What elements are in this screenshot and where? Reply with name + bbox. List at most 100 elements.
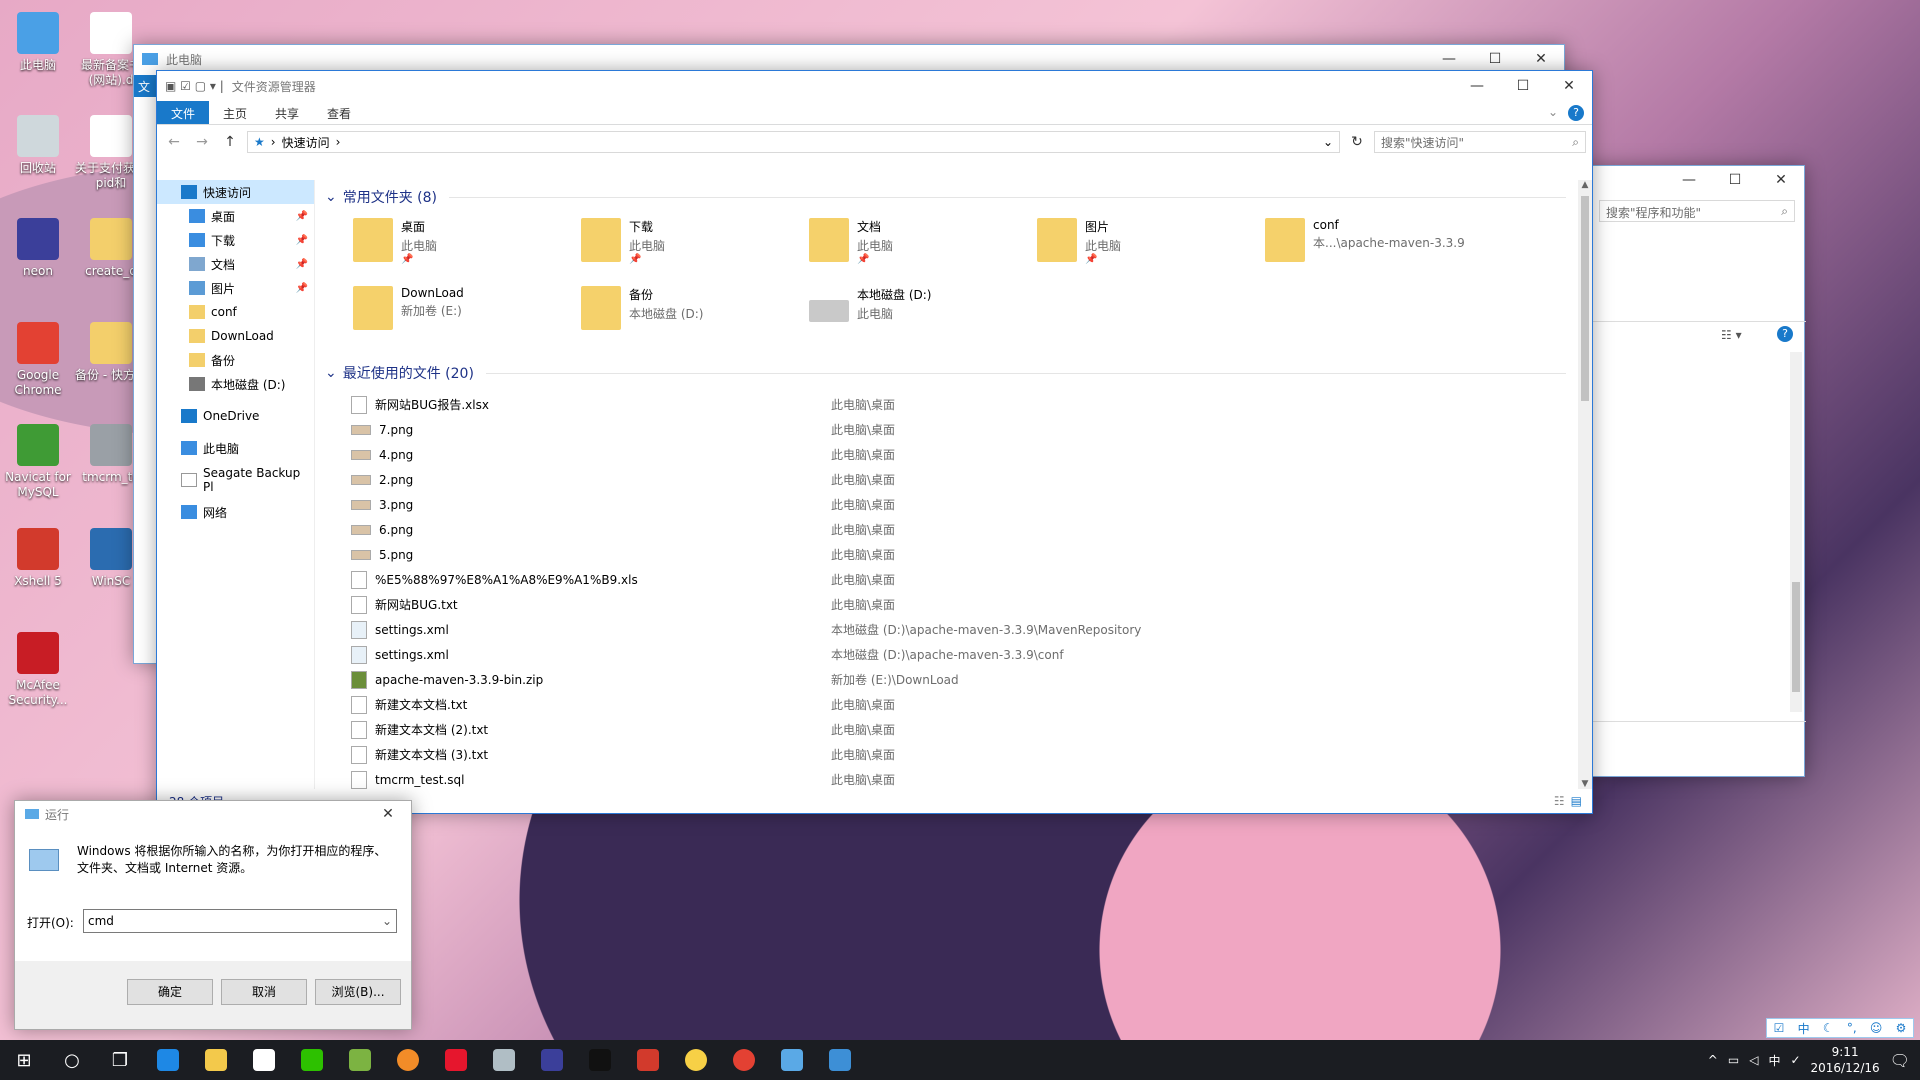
chevron-up-icon[interactable]: ^ bbox=[1708, 1053, 1718, 1067]
clock[interactable]: 9:11 2016/12/16 bbox=[1811, 1044, 1880, 1076]
chevron-down-icon[interactable]: ⌄ bbox=[382, 914, 392, 928]
network-icon[interactable]: ▭ bbox=[1728, 1053, 1739, 1067]
ribbon-tab-file[interactable]: 文 bbox=[134, 75, 158, 97]
taskbar-app-app-blue[interactable] bbox=[768, 1040, 816, 1080]
tab-home[interactable]: 主页 bbox=[209, 101, 261, 124]
moon-icon[interactable]: ☾ bbox=[1823, 1021, 1834, 1035]
details-view-icon[interactable]: ☷ bbox=[1554, 794, 1565, 808]
folder-tile[interactable]: 图片 此电脑 📌 bbox=[1037, 210, 1265, 278]
minimize-button[interactable]: — bbox=[1426, 51, 1472, 67]
minimize-button[interactable]: — bbox=[1454, 78, 1500, 94]
recent-file-row[interactable]: %E5%88%97%E8%A1%A8%E9%A1%B9.xls 此电脑\桌面 bbox=[351, 567, 1578, 592]
nav-item[interactable]: conf bbox=[157, 300, 314, 324]
search-input[interactable]: 搜索"快速访问" ⌕ bbox=[1374, 131, 1586, 153]
folder-tile[interactable]: DownLoad 新加卷 (E:) bbox=[353, 278, 581, 346]
folder-tile[interactable]: 桌面 此电脑 📌 bbox=[353, 210, 581, 278]
browse-button[interactable]: 浏览(B)... bbox=[315, 979, 401, 1005]
recent-file-row[interactable]: apache-maven-3.3.9-bin.zip 新加卷 (E:)\DownL… bbox=[351, 667, 1578, 692]
ok-button[interactable]: 确定 bbox=[127, 979, 213, 1005]
ime-indicator[interactable]: 中 bbox=[1768, 1052, 1780, 1069]
nav-item[interactable]: 本地磁盘 (D:) bbox=[157, 372, 314, 396]
recent-file-row[interactable]: 3.png 此电脑\桌面 bbox=[351, 492, 1578, 517]
task-view-button[interactable]: ❐ bbox=[96, 1040, 144, 1080]
folder-tile[interactable]: conf 本...\apache-maven-3.3.9 bbox=[1265, 210, 1493, 278]
close-button[interactable]: ✕ bbox=[365, 806, 411, 822]
up-button[interactable]: ↑ bbox=[219, 134, 241, 150]
volume-icon[interactable]: ◁ bbox=[1749, 1053, 1758, 1067]
vertical-scrollbar[interactable]: ▲ ▼ bbox=[1578, 180, 1592, 789]
forward-button[interactable]: → bbox=[191, 134, 213, 150]
taskbar-app-wechat[interactable] bbox=[288, 1040, 336, 1080]
recent-file-row[interactable]: settings.xml 本地磁盘 (D:)\apache-maven-3.3.9… bbox=[351, 642, 1578, 667]
taskbar-app-xshell[interactable] bbox=[624, 1040, 672, 1080]
nav-item[interactable]: 图片 📌 bbox=[157, 276, 314, 300]
run-dialog[interactable]: 运行 ✕ Windows 将根据你所输入的名称，为你打开相应的程序、文件夹、文档… bbox=[14, 800, 412, 1030]
taskbar-app-app-blue2[interactable] bbox=[816, 1040, 864, 1080]
taskbar-app-explorer[interactable] bbox=[192, 1040, 240, 1080]
nav-item[interactable]: OneDrive bbox=[157, 404, 314, 428]
scrollbar-thumb[interactable] bbox=[1581, 196, 1589, 401]
scrollbar[interactable] bbox=[1790, 352, 1802, 712]
close-button[interactable]: ✕ bbox=[1546, 78, 1592, 94]
recent-file-row[interactable]: tmcrm_test.sql 此电脑\桌面 bbox=[351, 767, 1578, 789]
taskbar-app-weibo[interactable] bbox=[432, 1040, 480, 1080]
gear-icon[interactable]: ⚙ bbox=[1896, 1021, 1907, 1035]
nav-item[interactable]: 此电脑 bbox=[157, 436, 314, 460]
taskbar-app-app-orange[interactable] bbox=[384, 1040, 432, 1080]
tiles-view-icon[interactable]: ▤ bbox=[1571, 794, 1582, 808]
nav-item[interactable]: 文档 📌 bbox=[157, 252, 314, 276]
recent-file-row[interactable]: 5.png 此电脑\桌面 bbox=[351, 542, 1578, 567]
taskbar-app-edge[interactable] bbox=[144, 1040, 192, 1080]
ime-mode-icon[interactable]: ☑ bbox=[1774, 1021, 1785, 1035]
back-button[interactable]: ← bbox=[163, 134, 185, 150]
tab-share[interactable]: 共享 bbox=[261, 101, 313, 124]
desktop-icon[interactable]: Google Chrome bbox=[2, 322, 74, 398]
recent-file-row[interactable]: 7.png 此电脑\桌面 bbox=[351, 417, 1578, 442]
cancel-button[interactable]: 取消 bbox=[221, 979, 307, 1005]
ime-toolbar[interactable]: ☑ 中 ☾ °, ☺ ⚙ bbox=[1766, 1018, 1914, 1038]
tab-file[interactable]: 文件 bbox=[157, 101, 210, 124]
nav-item[interactable]: Seagate Backup Pl bbox=[157, 466, 314, 494]
recent-file-row[interactable]: 4.png 此电脑\桌面 bbox=[351, 442, 1578, 467]
recent-file-row[interactable]: 新网站BUG.txt 此电脑\桌面 bbox=[351, 592, 1578, 617]
desktop-icon[interactable]: Xshell 5 bbox=[2, 528, 74, 589]
punct-icon[interactable]: °, bbox=[1847, 1021, 1857, 1035]
maximize-button[interactable]: ☐ bbox=[1500, 78, 1546, 94]
taskbar-app-chrome[interactable] bbox=[720, 1040, 768, 1080]
view-options-icon[interactable]: ☷ ▾ bbox=[1721, 328, 1742, 342]
ime-lang[interactable]: 中 bbox=[1798, 1020, 1810, 1037]
nav-item[interactable]: 网络 bbox=[157, 500, 314, 524]
recent-file-row[interactable]: 新建文本文档.txt 此电脑\桌面 bbox=[351, 692, 1578, 717]
desktop-icon[interactable]: Navicat for MySQL bbox=[2, 424, 74, 500]
frequent-folders-header[interactable]: ⌄ 常用文件夹 (8) bbox=[317, 184, 1578, 210]
nav-item[interactable]: DownLoad bbox=[157, 324, 314, 348]
nav-item[interactable]: 下载 📌 bbox=[157, 228, 314, 252]
taskbar-app-app-yellow[interactable] bbox=[672, 1040, 720, 1080]
recent-file-row[interactable]: settings.xml 本地磁盘 (D:)\apache-maven-3.3.9… bbox=[351, 617, 1578, 642]
recent-file-row[interactable]: 2.png 此电脑\桌面 bbox=[351, 467, 1578, 492]
taskbar-app-neon[interactable] bbox=[528, 1040, 576, 1080]
search-button[interactable]: ○ bbox=[48, 1040, 96, 1080]
taskbar-app-store[interactable] bbox=[240, 1040, 288, 1080]
close-button[interactable]: ✕ bbox=[1518, 51, 1564, 67]
minimize-button[interactable]: — bbox=[1666, 172, 1712, 188]
taskbar-app-app-gray[interactable] bbox=[480, 1040, 528, 1080]
taskbar-app-notepad-plus[interactable] bbox=[336, 1040, 384, 1080]
maximize-button[interactable]: ☐ bbox=[1712, 172, 1758, 188]
recent-file-row[interactable]: 新网站BUG报告.xlsx 此电脑\桌面 bbox=[351, 392, 1578, 417]
nav-item[interactable]: 桌面 📌 bbox=[157, 204, 314, 228]
desktop-icon[interactable]: 此电脑 bbox=[2, 12, 74, 73]
notification-icon[interactable]: 🗨 bbox=[1890, 1051, 1910, 1070]
breadcrumb-quick-access[interactable]: 快速访问 bbox=[282, 134, 330, 151]
user-icon[interactable]: ☺ bbox=[1870, 1021, 1883, 1035]
tab-view[interactable]: 查看 bbox=[313, 101, 365, 124]
folder-tile[interactable]: 下载 此电脑 📌 bbox=[581, 210, 809, 278]
help-icon[interactable]: ? bbox=[1777, 326, 1793, 342]
folder-tile[interactable]: 文档 此电脑 📌 bbox=[809, 210, 1037, 278]
recent-file-row[interactable]: 新建文本文档 (3).txt 此电脑\桌面 bbox=[351, 742, 1578, 767]
run-input[interactable]: cmd ⌄ bbox=[83, 909, 397, 933]
desktop-icon[interactable]: 回收站 bbox=[2, 115, 74, 176]
help-icon[interactable]: ? bbox=[1568, 105, 1584, 121]
folder-tile[interactable]: 本地磁盘 (D:) 此电脑 bbox=[809, 278, 1037, 346]
recent-file-row[interactable]: 6.png 此电脑\桌面 bbox=[351, 517, 1578, 542]
